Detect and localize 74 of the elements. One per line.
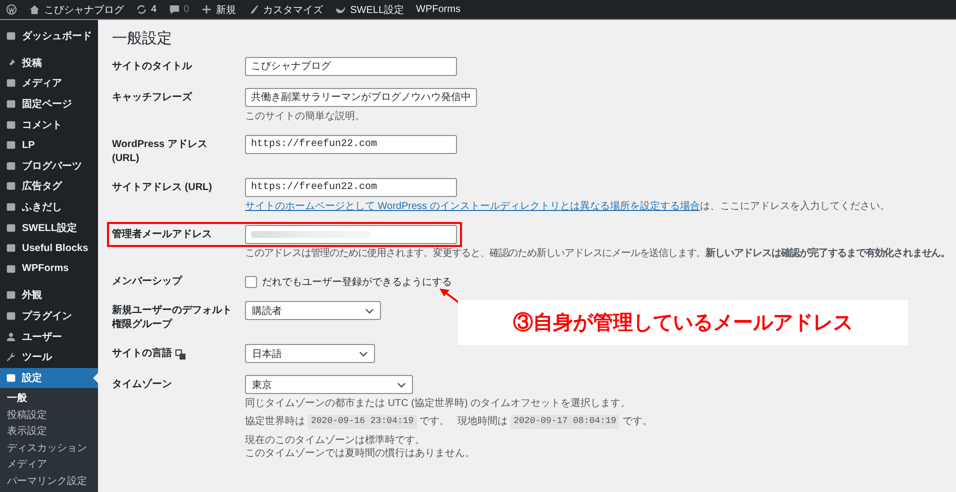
sidebar-item[interactable]: 固定ページ [0,94,98,114]
page-title: 一般設定 [112,30,173,48]
email-field[interactable] [245,225,457,244]
sidebar-item[interactable]: コメント [0,114,98,135]
sidebar-item[interactable]: LP [0,134,98,156]
field-description: このアドレスは管理のために使用されます。変更すると、確認のため新しいアドレスにメールを送信します。新しいアドレスは確認が完了するまで有効化されません。 [245,247,952,260]
submenu-item[interactable]: 一般 [0,391,98,408]
sidebar-item[interactable]: WPForms [0,258,98,280]
text-field[interactable]: https://freefun22.com [245,178,457,197]
callout-note: ③自身が管理しているメールアドレス [458,300,908,345]
plus-icon [201,4,212,15]
sidebar-item[interactable]: ツール [0,346,98,368]
timezone-note: 現在のこのタイムゾーンは標準時です。 [245,434,426,447]
sidebar-item[interactable]: ふきだし [0,196,98,218]
select-dropdown[interactable]: 購読者 [245,301,381,320]
field-description: 同じタイムゾーンの都市または UTC (協定世界時) のタイムオフセットを選択します。 [245,397,632,410]
sidebar-item[interactable]: メディア [0,73,98,94]
field-label: メンバーシップ [112,275,182,289]
chevron-down-icon [365,308,374,314]
field-label: 新規ユーザーのデフォルト権限グループ [112,304,233,332]
admin-bar-item[interactable]: 4 [136,4,157,15]
admin-bar-item[interactable]: 新規 [201,2,236,16]
field-label: タイムゾーン [112,378,172,392]
user-icon [6,332,16,342]
field-label: サイトの言語 [112,347,172,361]
utc-suffix: です。 [420,415,450,428]
field-label: キャッチフレーズ [112,91,192,105]
translate-icon [175,349,186,360]
sidebar-item[interactable]: 広告タグ [0,176,98,197]
utc-label: 協定世界時は [245,415,305,428]
local-suffix: です。 [622,415,652,428]
select-dropdown[interactable]: 東京 [245,375,413,394]
wrench-icon [6,352,16,362]
text-field[interactable]: 共働き副業サラリーマンがブログノウハウ発信中 [245,88,477,107]
field-label: サイトアドレス (URL) [112,181,212,195]
field-label: サイトのタイトル [112,60,192,74]
local-label: 現地時間は [458,415,508,428]
submenu-item[interactable]: ディスカッション [0,440,98,458]
sidebar-item[interactable]: ユーザー [0,326,98,347]
sidebar-item[interactable]: ブログパーツ [0,156,98,176]
local-time: 2020-09-17 08:04:19 [510,415,620,429]
house-icon [29,4,40,15]
sidebar-item[interactable]: ダッシュボード [0,26,98,47]
admin-bar-item[interactable]: カスタマイズ [248,2,324,16]
utc-time: 2020-09-16 23:04:19 [308,415,417,429]
sidebar-item[interactable]: プラグイン [0,306,98,326]
help-link[interactable]: サイトのホームページとして WordPress のインストールディレクトリとは異なる場所を設定する場合 [245,201,700,212]
submenu-item[interactable]: メディア [0,457,98,474]
submenu-item[interactable]: パーマリンク設定 [0,474,98,491]
field-label: WordPress アドレス (URL) [112,138,208,166]
wordpress-logo-icon[interactable] [6,4,17,15]
refresh-icon [136,4,147,15]
sidebar-item[interactable]: SWELL設定 [0,217,98,238]
timezone-note: このタイムゾーンでは夏時間の慣行はありません。 [245,446,476,460]
sidebar-item[interactable]: Useful Blocks [0,238,98,259]
submenu-item[interactable]: 表示設定 [0,424,98,441]
checkbox[interactable] [245,276,257,288]
admin-bar-item[interactable]: WPForms [416,4,460,15]
admin-bar-item[interactable]: こびシャナブログ [29,2,124,16]
select-dropdown[interactable]: 日本語 [245,344,375,363]
checkbox-label: だれでもユーザー登録ができるようにする [262,276,452,289]
submenu-item[interactable]: 投稿設定 [0,408,98,424]
text-field[interactable]: https://freefun22.com [245,135,457,154]
field-description: このサイトの簡単な説明。 [245,110,366,123]
admin-bar-item[interactable]: 0 [168,4,190,15]
sidebar-item[interactable]: 外観 [0,285,98,306]
chevron-down-icon [397,382,406,388]
chevron-down-icon [359,350,368,356]
sidebar-item[interactable]: 投稿 [0,52,98,74]
field-label: 管理者メールアドレス [112,228,212,242]
text-field[interactable]: こびシャナブログ [245,57,457,76]
help-text: は、ここにアドレスを入力してください。 [700,201,890,212]
sidebar-item[interactable]: 設定 [0,368,98,388]
admin-bar-item[interactable]: SWELL設定 [335,2,404,16]
